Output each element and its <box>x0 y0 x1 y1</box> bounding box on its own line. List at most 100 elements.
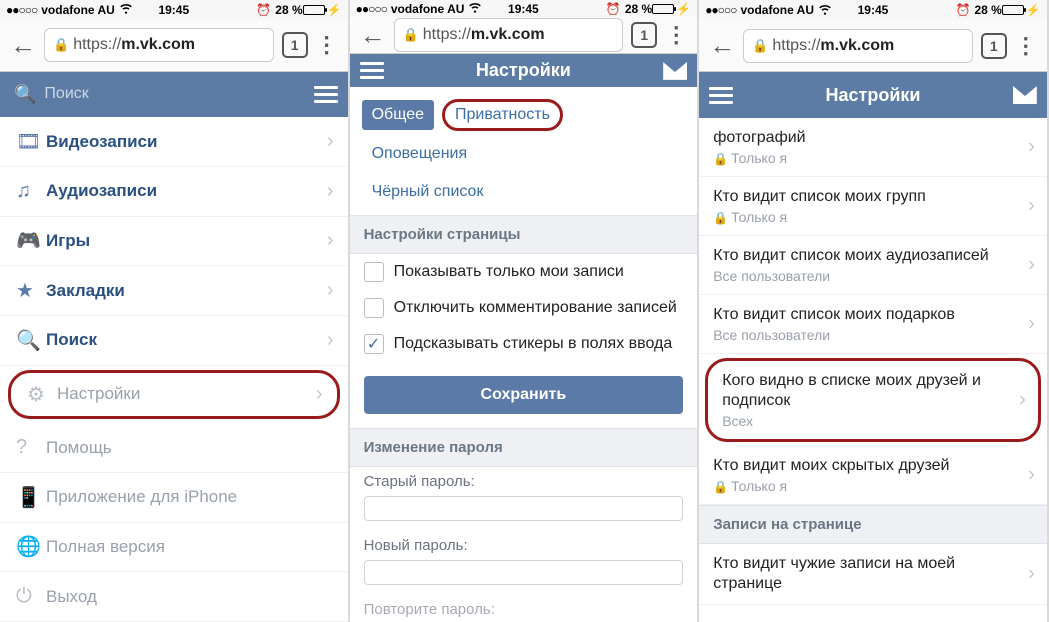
privacy-row-groups[interactable]: Кто видит список моих групп 🔒Только я › <box>699 177 1047 236</box>
signal-icon: ●●○○○ <box>356 2 387 16</box>
privacy-row-sub: Все пользователи <box>713 327 1033 343</box>
menu-search-label: Поиск <box>46 330 97 350</box>
tab-count[interactable]: 1 <box>631 22 657 48</box>
new-password-input[interactable] <box>364 560 684 585</box>
chevron-right-icon: › <box>316 383 323 406</box>
privacy-row-others-posts[interactable]: Кто видит чужие записи на моей странице … <box>699 544 1047 605</box>
search-icon: 🔍 <box>16 328 46 353</box>
chevron-right-icon: › <box>1028 195 1035 218</box>
old-password-input[interactable] <box>364 496 684 521</box>
url-prefix: https:// <box>73 36 121 54</box>
privacy-row-sub: Все пользователи <box>713 268 1033 284</box>
battery-pct: 28 % <box>974 3 1001 17</box>
menu-iphone-label: Приложение для iPhone <box>46 487 237 507</box>
browser-chrome: ← 🔒https://m.vk.com 1 ⋮ <box>699 20 1047 72</box>
tab-count[interactable]: 1 <box>282 32 308 58</box>
menu-full-version[interactable]: 🌐Полная версия <box>0 523 348 573</box>
star-icon: ★ <box>16 278 46 303</box>
menu-games[interactable]: 🎮Игры› <box>0 217 348 267</box>
search-placeholder: Поиск <box>44 85 88 103</box>
privacy-row-gifts[interactable]: Кто видит список моих подарков Все польз… <box>699 295 1047 354</box>
page-title: Настройки <box>384 60 664 81</box>
menu-bookmarks[interactable]: ★Закладки› <box>0 266 348 316</box>
battery-pct: 28 % <box>625 2 652 16</box>
privacy-row-title: Кто видит список моих групп <box>713 187 1033 207</box>
check-disable-comments[interactable]: Отключить комментирование записей <box>350 290 698 326</box>
carrier-label: vodafone AU <box>740 3 814 17</box>
privacy-row-sub: 🔒Только я <box>713 478 1033 494</box>
url-bar[interactable]: 🔒 https://m.vk.com <box>44 28 274 62</box>
menu-audio[interactable]: ♫Аудиозаписи› <box>0 167 348 217</box>
section-page-settings: Настройки страницы <box>350 215 698 254</box>
privacy-row-title: Кто видит чужие записи на моей странице <box>713 554 1033 594</box>
wifi-icon <box>818 2 832 19</box>
privacy-row-sub: Всех <box>722 413 1024 429</box>
signal-icon: ●●○○○ <box>6 3 37 17</box>
hamburger-icon[interactable] <box>360 62 384 79</box>
menu-search[interactable]: 🔍Поиск › <box>0 316 348 366</box>
check-sticker-hints[interactable]: ✓Подсказывать стикеры в полях ввода <box>350 326 698 362</box>
privacy-row-sub: 🔒Только я <box>713 209 1033 225</box>
browser-chrome: ← 🔒 https://m.vk.com 1 ⋮ <box>0 20 348 72</box>
menu-games-label: Игры <box>46 231 90 251</box>
back-button[interactable]: ← <box>709 30 735 61</box>
mail-icon[interactable] <box>663 62 687 80</box>
lock-icon: 🔒 <box>403 27 419 43</box>
privacy-row-title: фотографий <box>713 128 1033 148</box>
tab-privacy[interactable]: Приватность <box>442 99 563 131</box>
menu-video-label: Видеозаписи <box>46 132 157 152</box>
video-icon: 🎞 <box>16 129 46 154</box>
alarm-icon: ⏰ <box>256 3 271 17</box>
check-sticker-hints-label: Подсказывать стикеры в полях ввода <box>394 335 673 353</box>
browser-menu-icon[interactable]: ⋮ <box>1015 33 1037 59</box>
chevron-right-icon: › <box>327 229 334 252</box>
gear-icon: ⚙ <box>27 382 57 407</box>
url-bar[interactable]: 🔒https://m.vk.com <box>743 29 973 63</box>
browser-menu-icon[interactable]: ⋮ <box>665 22 687 48</box>
hamburger-icon[interactable] <box>314 86 338 103</box>
tab-notifications[interactable]: Оповещения <box>362 139 478 169</box>
status-bar: ●●○○○ vodafone AU 19:45 ⏰ 28 % ⚡ <box>699 0 1047 20</box>
save-button[interactable]: Сохранить <box>364 376 684 414</box>
hamburger-icon[interactable] <box>709 87 733 104</box>
back-button[interactable]: ← <box>360 20 386 51</box>
power-icon: ⏻ <box>16 585 46 608</box>
privacy-row-sub: 🔒Только я <box>713 150 1033 166</box>
chevron-right-icon: › <box>327 279 334 302</box>
panel-settings: ●●○○○ vodafone AU 19:45 ⏰ 28 % ⚡ ← 🔒http… <box>350 0 700 622</box>
repeat-password-label: Повторите пароль: <box>350 595 698 622</box>
menu-video[interactable]: 🎞Видеозаписи› <box>0 117 348 167</box>
chevron-right-icon: › <box>327 329 334 352</box>
page-title: Настройки <box>733 85 1013 106</box>
mail-icon[interactable] <box>1013 86 1037 104</box>
check-disable-comments-label: Отключить комментирование записей <box>394 299 677 317</box>
privacy-row-photos[interactable]: фотографий 🔒Только я › <box>699 118 1047 177</box>
lock-icon: 🔒 <box>713 152 728 166</box>
menu-logout[interactable]: ⏻Выход <box>0 572 348 622</box>
check-own-posts[interactable]: Показывать только мои записи <box>350 254 698 290</box>
vk-search-bar[interactable]: 🔍 Поиск <box>0 72 348 118</box>
check-own-posts-label: Показывать только мои записи <box>394 263 624 281</box>
privacy-row-hidden-friends[interactable]: Кто видит моих скрытых друзей 🔒Только я … <box>699 446 1047 505</box>
lock-icon: 🔒 <box>752 38 768 54</box>
url-host: m.vk.com <box>820 37 894 55</box>
section-wall-posts: Записи на странице <box>699 505 1047 544</box>
privacy-row-friends-list[interactable]: Кого видно в списке моих друзей и подпис… <box>705 358 1041 442</box>
menu-iphone-app[interactable]: 📱Приложение для iPhone <box>0 473 348 523</box>
privacy-row-audio[interactable]: Кто видит список моих аудиозаписей Все п… <box>699 236 1047 295</box>
tab-blacklist[interactable]: Чёрный список <box>362 177 686 207</box>
tab-general[interactable]: Общее <box>362 100 434 130</box>
lock-icon: 🔒 <box>53 37 69 53</box>
settings-tabs: Общее Приватность Оповещения Чёрный спис… <box>350 87 698 215</box>
url-bar[interactable]: 🔒https://m.vk.com <box>394 18 624 52</box>
menu-settings[interactable]: ⚙Настройки› <box>8 370 340 420</box>
chevron-right-icon: › <box>1028 464 1035 487</box>
chevron-right-icon: › <box>1028 254 1035 277</box>
clock-label: 19:45 <box>508 2 539 16</box>
back-button[interactable]: ← <box>10 30 36 61</box>
menu-help[interactable]: ?Помощь <box>0 423 348 473</box>
tab-count[interactable]: 1 <box>981 33 1007 59</box>
browser-menu-icon[interactable]: ⋮ <box>316 32 338 58</box>
battery-icon: ⚡ <box>1002 3 1041 17</box>
search-icon: 🔍 <box>14 84 36 105</box>
